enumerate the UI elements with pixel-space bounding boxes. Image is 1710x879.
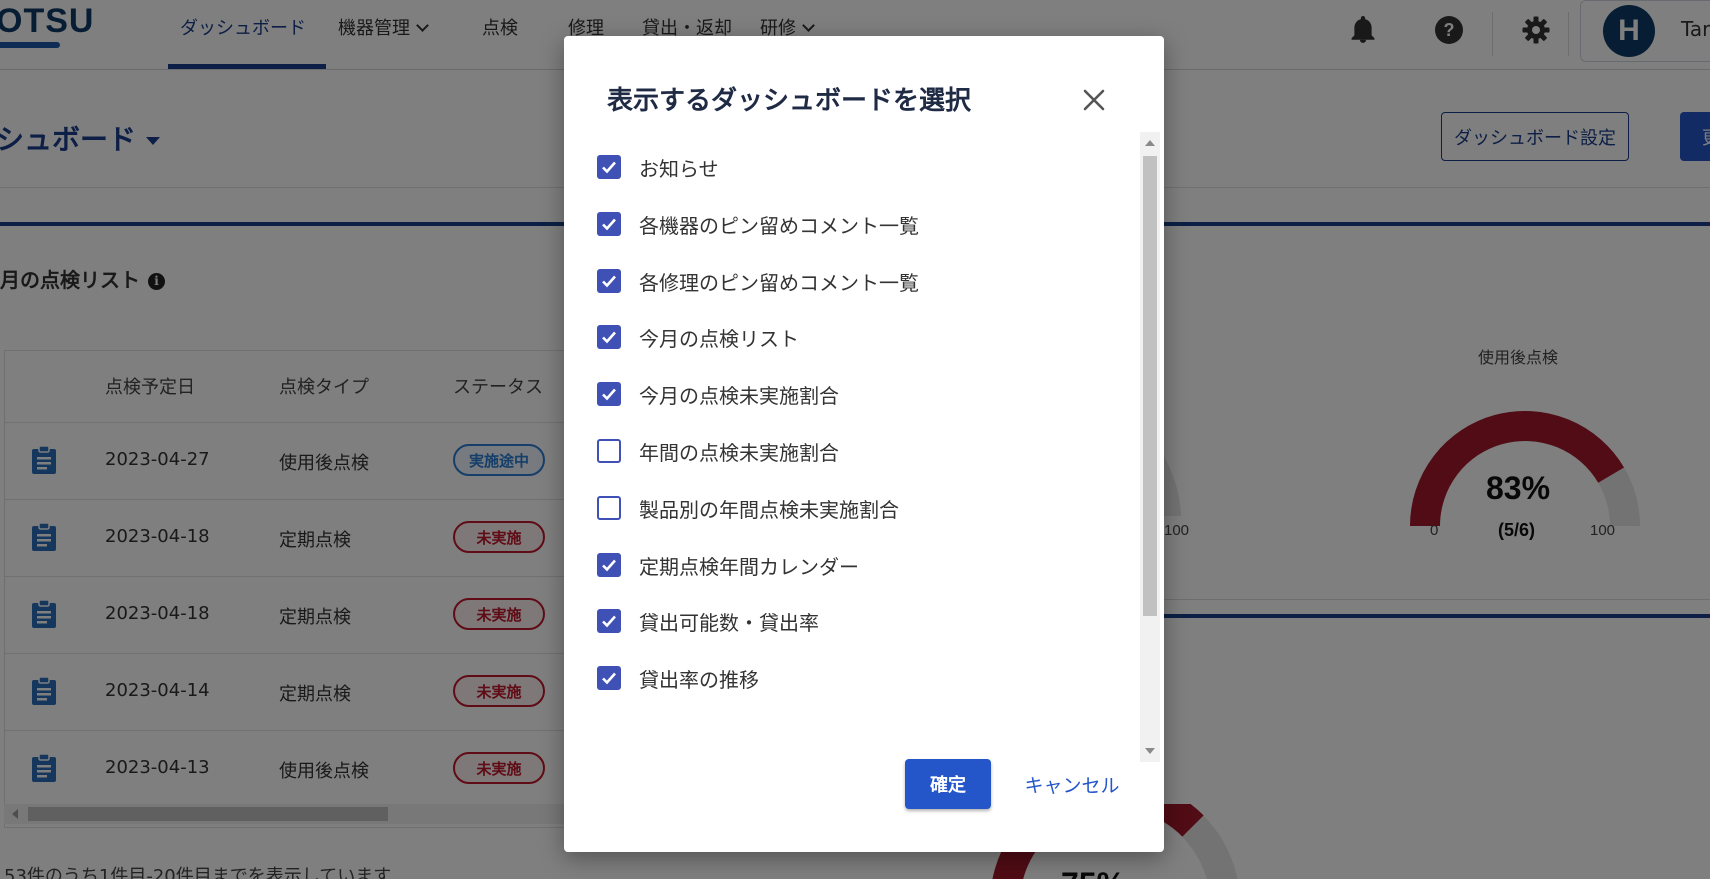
option-label: 今月の点検未実施割合 <box>639 383 839 408</box>
option-item[interactable]: 各機器のピン留めコメント一覧 <box>597 204 1097 244</box>
check-icon <box>602 275 616 288</box>
option-label: 年間の点検未実施割合 <box>639 440 839 465</box>
option-label: 製品別の年間点検未実施割合 <box>639 497 899 522</box>
checkbox-checked[interactable] <box>597 609 621 633</box>
confirm-button[interactable]: 確定 <box>905 759 991 809</box>
select-dashboard-dialog: 表示するダッシュボードを選択 お知らせ 各機器のピン留めコメント一覧 各修理のピ… <box>564 36 1164 852</box>
option-item[interactable]: 定期点検年間カレンダー <box>597 545 1097 585</box>
checkbox-checked[interactable] <box>597 269 621 293</box>
option-item[interactable]: 今月の点検未実施割合 <box>597 374 1097 414</box>
vertical-scrollbar[interactable] <box>1140 132 1160 762</box>
option-label: お知らせ <box>639 156 719 181</box>
check-icon <box>602 672 616 685</box>
checkbox-unchecked[interactable] <box>597 439 621 463</box>
check-icon <box>602 388 616 401</box>
option-item[interactable]: 貸出率の推移 <box>597 658 1097 698</box>
checkbox-checked[interactable] <box>597 553 621 577</box>
dashboard-option-list: お知らせ 各機器のピン留めコメント一覧 各修理のピン留めコメント一覧 今月の点検… <box>564 132 1164 762</box>
option-label: 各機器のピン留めコメント一覧 <box>639 213 919 238</box>
check-icon <box>602 161 616 174</box>
option-item[interactable]: 各修理のピン留めコメント一覧 <box>597 261 1097 301</box>
option-label: 各修理のピン留めコメント一覧 <box>639 270 919 295</box>
checkbox-checked[interactable] <box>597 212 621 236</box>
check-icon <box>602 559 616 572</box>
dialog-title: 表示するダッシュボードを選択 <box>607 86 972 116</box>
checkbox-checked[interactable] <box>597 155 621 179</box>
option-item[interactable]: 今月の点検リスト <box>597 317 1097 357</box>
checkbox-checked[interactable] <box>597 666 621 690</box>
checkbox-checked[interactable] <box>597 382 621 406</box>
option-item[interactable]: 製品別の年間点検未実施割合 <box>597 488 1097 528</box>
option-item[interactable]: 年間の点検未実施割合 <box>597 431 1097 471</box>
scrollbar-thumb[interactable] <box>1143 156 1157 616</box>
checkbox-unchecked[interactable] <box>597 496 621 520</box>
check-icon <box>602 615 616 628</box>
option-item[interactable]: お知らせ <box>597 147 1097 187</box>
option-label: 定期点検年間カレンダー <box>639 554 859 579</box>
check-icon <box>602 218 616 231</box>
option-label: 今月の点検リスト <box>639 326 799 351</box>
close-icon[interactable] <box>1074 80 1114 120</box>
option-label: 貸出可能数・貸出率 <box>639 610 819 635</box>
option-item[interactable]: 貸出可能数・貸出率 <box>597 601 1097 641</box>
scroll-down-icon[interactable] <box>1145 748 1155 754</box>
scroll-up-icon[interactable] <box>1145 140 1155 146</box>
cancel-button[interactable]: キャンセル <box>1012 759 1132 809</box>
option-label: 貸出率の推移 <box>639 667 759 692</box>
checkbox-checked[interactable] <box>597 325 621 349</box>
check-icon <box>602 331 616 344</box>
